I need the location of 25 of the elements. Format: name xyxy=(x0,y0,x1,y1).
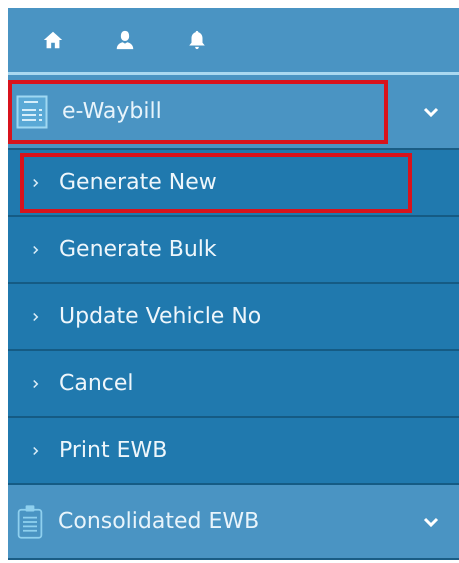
menu-section[interactable]: Consolidated EWB xyxy=(8,485,459,560)
document-icon xyxy=(16,94,48,128)
chevron-right-icon xyxy=(32,446,39,456)
item-label: Generate Bulk xyxy=(59,237,217,262)
section-title: e-Waybill xyxy=(62,99,162,124)
submenu-item[interactable]: Update Vehicle No xyxy=(8,284,459,351)
submenu-item[interactable]: Print EWB xyxy=(8,418,459,485)
item-label: Cancel xyxy=(59,371,134,396)
item-label: Generate New xyxy=(59,170,217,195)
chevron-right-icon xyxy=(32,378,39,388)
chevron-right-icon xyxy=(32,312,39,322)
menu-section[interactable]: e-Waybill xyxy=(8,75,459,150)
home-icon[interactable] xyxy=(42,29,64,51)
chevron-down-icon xyxy=(423,107,439,117)
submenu-item[interactable]: Cancel xyxy=(8,351,459,418)
chevron-right-icon xyxy=(32,244,39,254)
section-title: Consolidated EWB xyxy=(58,509,260,534)
clipboard-icon xyxy=(16,504,44,540)
item-label: Print EWB xyxy=(59,438,168,463)
chevron-down-icon xyxy=(423,517,439,527)
submenu-item[interactable]: Generate Bulk xyxy=(8,217,459,284)
user-icon[interactable] xyxy=(114,29,136,51)
chevron-right-icon xyxy=(32,178,39,188)
submenu-item[interactable]: Generate New xyxy=(8,150,459,217)
item-label: Update Vehicle No xyxy=(59,304,262,329)
